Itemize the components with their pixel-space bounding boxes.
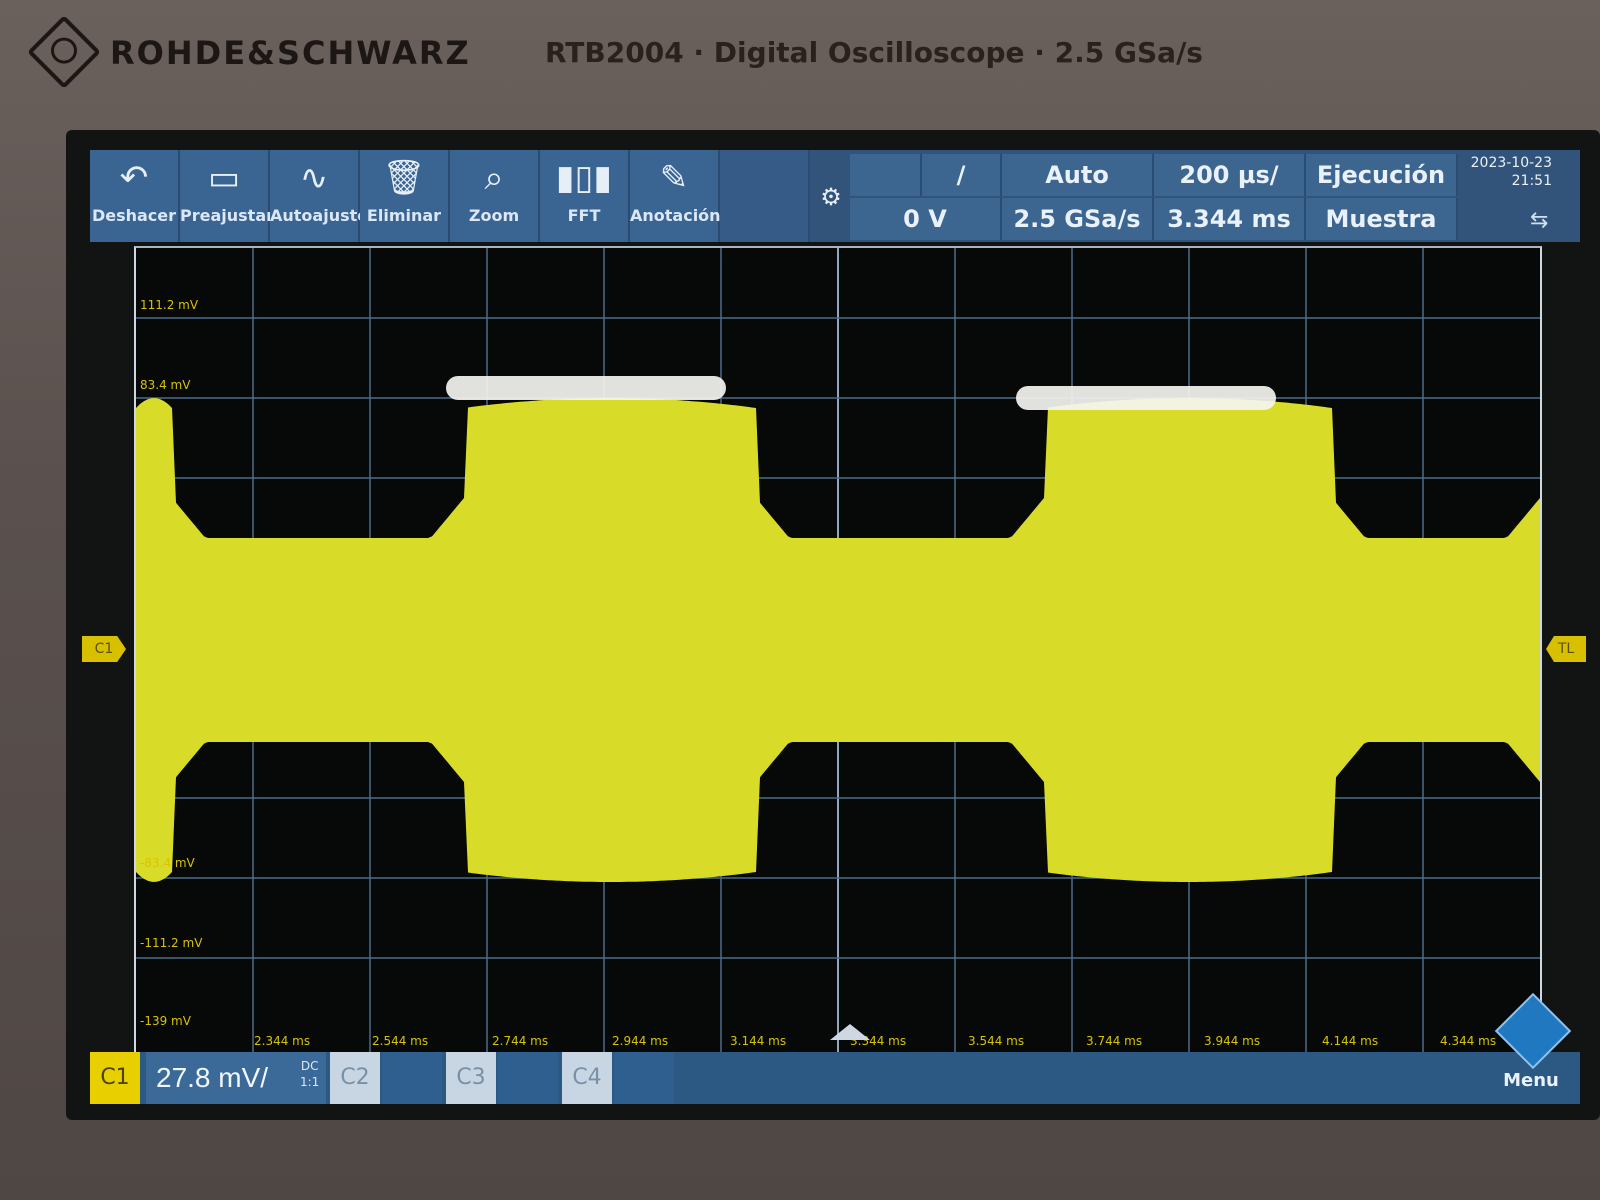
ch1-offset-marker[interactable]: C1 (82, 636, 126, 662)
ch1-scale[interactable]: 27.8 mV/ (146, 1052, 326, 1104)
voltage-label-3: -83.4 mV (140, 856, 195, 870)
time-label-3: 2.744 ms (492, 1034, 549, 1048)
undo-icon: ↶ (119, 158, 149, 198)
sample-rate[interactable]: 2.5 GSa/s (1002, 198, 1154, 240)
usb-icon: ⇆ (1530, 208, 1549, 233)
channel-bar: C1 27.8 mV/ DC 1:1 C2 C3 C4 (90, 1052, 1580, 1104)
time-label-9: 3.944 ms (1204, 1034, 1261, 1048)
zoom-icon: ⌕ (484, 158, 504, 198)
trigger-slope[interactable]: / (922, 154, 1002, 196)
time-scale[interactable]: 200 µs/ (1154, 154, 1306, 196)
time-label-5: 3.144 ms (730, 1034, 787, 1048)
trigger-level-marker[interactable]: TL (1546, 636, 1586, 662)
glare-reflection (1016, 386, 1276, 410)
ch3-pad (498, 1052, 558, 1104)
voltage-label-4: -111.2 mV (140, 936, 203, 950)
autoset-button[interactable]: ∿ Autoajuste (270, 150, 369, 242)
delete-button[interactable]: 🗑 Eliminar (360, 150, 450, 242)
rs-diamond-icon (1494, 992, 1572, 1070)
annotation-button[interactable]: ✎ Anotación (630, 150, 721, 242)
fft-label: FFT (567, 206, 601, 225)
preset-label: Preajustar (180, 206, 274, 225)
autoset-icon: ∿ (299, 158, 329, 198)
preset-icon: ▭ (207, 158, 241, 198)
ch4-button[interactable]: C4 (562, 1052, 612, 1104)
ch2-button[interactable]: C2 (330, 1052, 380, 1104)
menu-label: Menu (1503, 1070, 1559, 1091)
time: 21:51 (1511, 173, 1552, 189)
ch3-button[interactable]: C3 (446, 1052, 496, 1104)
trigger-source-cell[interactable] (850, 154, 922, 196)
time-label-1: 2.344 ms (254, 1034, 311, 1048)
date: 2023-10-23 (1470, 155, 1552, 171)
zoom-label: Zoom (468, 206, 520, 225)
time-label-11: 4.344 ms (1440, 1034, 1497, 1048)
ch1-coupling: DC 1:1 (300, 1058, 319, 1090)
undo-label: Deshacer (91, 206, 177, 225)
voltage-label-5: -139 mV (140, 1014, 191, 1028)
voltage-label-1: 111.2 mV (140, 298, 199, 312)
time-label-4: 2.944 ms (612, 1034, 669, 1048)
toolbar: ↶ Deshacer ▭ Preajustar ∿ Autoajuste 🗑 E… (90, 150, 1580, 242)
brand-name: ROHDE&SCHWARZ (110, 34, 471, 72)
empty-toolbar-slot (720, 150, 810, 242)
menu-button[interactable]: Menu (1494, 992, 1572, 1100)
trigger-level[interactable]: 0 V (850, 198, 1002, 240)
datetime: 2023-10-23 21:51 (1470, 154, 1552, 190)
waveform-plot[interactable]: 111.2 mV 83.4 mV -83.4 mV -111.2 mV -139… (134, 246, 1542, 1052)
delete-label: Eliminar (366, 206, 442, 225)
acquisition-mode[interactable]: Muestra (1306, 198, 1458, 240)
pencil-icon: ✎ (659, 158, 689, 198)
trigger-mode[interactable]: Auto (1002, 154, 1154, 196)
time-label-7: 3.544 ms (968, 1034, 1025, 1048)
fft-icon: ▮▯▮ (555, 158, 613, 198)
ch1-probe-ratio: 1:1 (300, 1075, 320, 1089)
settings-gear-icon[interactable]: ⚙ (818, 184, 844, 210)
trigger-position-marker-icon[interactable] (830, 1024, 870, 1040)
brand-bar: ROHDE&SCHWARZ RTB2004 · Digital Oscillos… (27, 15, 1330, 89)
run-state[interactable]: Ejecución (1306, 154, 1458, 196)
ch1-button[interactable]: C1 (90, 1052, 140, 1104)
time-position[interactable]: 3.344 ms (1154, 198, 1306, 240)
ch4-pad (614, 1052, 674, 1104)
trash-icon: 🗑 (382, 158, 426, 198)
fft-button[interactable]: ▮▯▮ FFT (540, 150, 630, 242)
ch1-coupling-mode: DC (300, 1059, 319, 1073)
undo-button[interactable]: ↶ Deshacer (90, 150, 180, 242)
time-label-8: 3.744 ms (1086, 1034, 1143, 1048)
time-label-10: 4.144 ms (1322, 1034, 1379, 1048)
ch2-pad (382, 1052, 442, 1104)
waveform-svg (136, 248, 1540, 1052)
model-name: RTB2004 · Digital Oscilloscope · 2.5 GSa… (545, 36, 1203, 69)
time-label-2: 2.544 ms (372, 1034, 429, 1048)
rohde-schwarz-logo-icon (27, 15, 101, 89)
annotation-label: Anotación (630, 206, 721, 225)
zoom-button[interactable]: ⌕ Zoom (450, 150, 540, 242)
voltage-label-2: 83.4 mV (140, 378, 191, 392)
autoset-label: Autoajuste (270, 206, 369, 225)
glare-reflection (446, 376, 726, 400)
preset-button[interactable]: ▭ Preajustar (180, 150, 274, 242)
